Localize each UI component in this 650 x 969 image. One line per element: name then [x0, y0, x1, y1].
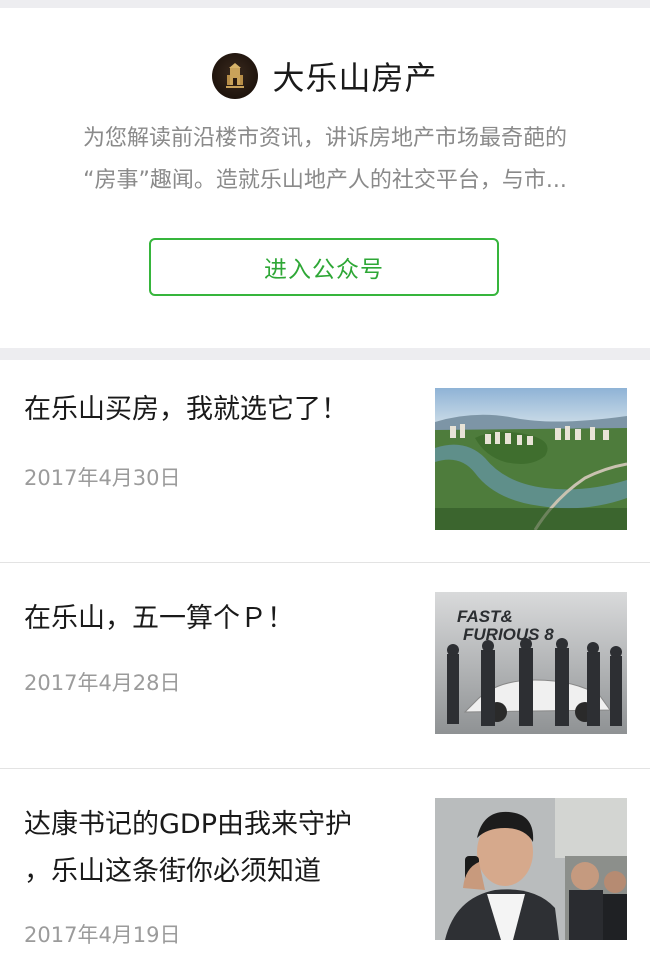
article-item[interactable]: 在乐山，五一算个Ｐ！ 2017年4月28日 FAST& FURIOUS 8	[0, 563, 650, 769]
enter-account-button[interactable]: 进入公众号	[149, 238, 499, 296]
building-logo-icon	[212, 53, 259, 99]
article-date: 2017年4月28日	[24, 671, 181, 695]
account-description: 为您解读前沿楼市资讯，讲诉房地产市场最奇葩的 “房事”趣闻。造就乐山地产人的社交…	[30, 118, 620, 202]
article-title: 在乐山，五一算个Ｐ！	[24, 595, 414, 642]
article-date: 2017年4月19日	[24, 923, 181, 947]
account-description-line: “房事”趣闻。造就乐山地产人的社交平台，与市...	[83, 168, 567, 193]
svg-text:FAST&: FAST&	[457, 607, 513, 626]
account-header: 大乐山房产	[0, 52, 650, 100]
article-title-line: 在乐山买房，我就选它了！	[24, 394, 348, 425]
article-thumbnail	[435, 798, 627, 940]
article-list: 在乐山买房，我就选它了！ 2017年4月30日 在乐山，五一算个Ｐ！ 2017年…	[0, 360, 650, 969]
article-thumbnail: FAST& FURIOUS 8	[435, 592, 627, 734]
account-profile-card: 大乐山房产 为您解读前沿楼市资讯，讲诉房地产市场最奇葩的 “房事”趣闻。造就乐山…	[0, 8, 650, 348]
article-date: 2017年4月30日	[24, 466, 181, 490]
page: 大乐山房产 为您解读前沿楼市资讯，讲诉房地产市场最奇葩的 “房事”趣闻。造就乐山…	[0, 0, 650, 969]
svg-text:FURIOUS 8: FURIOUS 8	[463, 625, 554, 644]
article-title: 达康书记的GDP由我来守护 ，乐山这条街你必须知道	[24, 801, 414, 895]
top-strip	[0, 0, 650, 8]
article-title: 在乐山买房，我就选它了！	[24, 386, 414, 433]
article-item[interactable]: 达康书记的GDP由我来守护 ，乐山这条街你必须知道 2017年4月19日	[0, 769, 650, 969]
account-name: 大乐山房产	[272, 59, 438, 97]
article-title-line: ，乐山这条街你必须知道	[24, 856, 321, 887]
article-thumbnail	[435, 388, 627, 530]
account-description-line: 为您解读前沿楼市资讯，讲诉房地产市场最奇葩的	[82, 126, 567, 151]
article-title-line: 在乐山，五一算个Ｐ！	[24, 603, 294, 634]
article-item[interactable]: 在乐山买房，我就选它了！ 2017年4月30日	[0, 360, 650, 563]
article-title-line: 达康书记的GDP由我来守护	[24, 809, 352, 840]
